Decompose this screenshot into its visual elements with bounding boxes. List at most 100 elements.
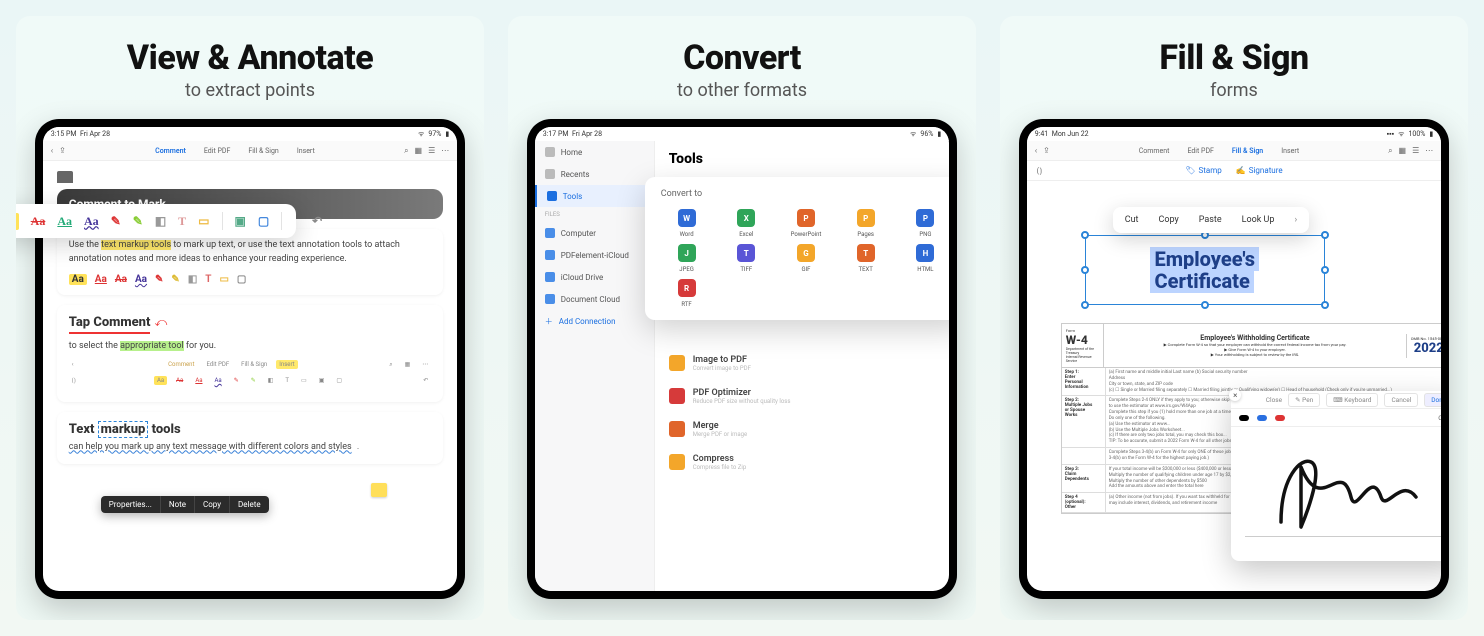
sidebar-item-computer[interactable]: Computer (535, 222, 654, 244)
share-icon[interactable]: ⇪ (59, 146, 66, 155)
format-html[interactable]: HHTML (900, 244, 950, 273)
back-icon[interactable]: ‹ (1035, 146, 1037, 155)
mini-back-icon[interactable]: ‹ (69, 360, 77, 369)
resize-handle[interactable] (1201, 301, 1209, 309)
squiggly-tool-icon[interactable]: Aa (84, 214, 99, 229)
sidebar-item-doccloud[interactable]: Document Cloud (535, 288, 654, 310)
ctx-properties[interactable]: Properties... (101, 496, 161, 513)
mini-tab-fill[interactable]: Fill & Sign (238, 360, 270, 369)
textbox-tool-icon[interactable]: T (178, 214, 186, 229)
sig-done[interactable]: Done (1424, 393, 1441, 407)
marker-tool-icon[interactable]: ✎ (133, 214, 143, 229)
tab-edit[interactable]: Edit PDF (198, 145, 236, 157)
highlight-tool-icon[interactable]: Aa (16, 213, 19, 230)
format-pages[interactable]: PPages (840, 209, 892, 238)
ctx-paste[interactable]: Paste (1189, 211, 1232, 229)
crop-icon[interactable]: ⟮⟯ (1037, 166, 1042, 176)
tool-sample-strike[interactable]: Aa (115, 274, 127, 285)
ctx-copy[interactable]: Copy (1148, 211, 1188, 229)
format-word[interactable]: WWord (661, 209, 713, 238)
ctx-lookup[interactable]: Look Up (1232, 211, 1285, 229)
image-tool-icon[interactable]: ▣ (235, 214, 246, 229)
tool-sample-note[interactable]: ▭ (219, 274, 228, 285)
tool-compress[interactable]: CompressCompress file to Zip (669, 446, 936, 479)
mini-tab-edit[interactable]: Edit PDF (203, 360, 232, 369)
color-red[interactable] (1275, 415, 1285, 421)
stamp-button[interactable]: 🏷Stamp (1185, 166, 1221, 175)
tool-sample-textbox[interactable]: T (205, 274, 211, 285)
resize-handle[interactable] (1081, 266, 1089, 274)
tool-pdf-optimizer[interactable]: PDF OptimizerReduce PDF size without qua… (669, 380, 936, 413)
format-rtf[interactable]: RRTF (661, 279, 713, 308)
format-png[interactable]: PPNG (900, 209, 950, 238)
more-icon[interactable]: ⋯ (1425, 146, 1433, 155)
sig-keyboard-tab[interactable]: ⌨ Keyboard (1326, 393, 1378, 407)
sticky-note-icon[interactable] (371, 483, 387, 497)
format-excel[interactable]: XExcel (720, 209, 772, 238)
resize-handle[interactable] (1081, 301, 1089, 309)
tab-fill[interactable]: Fill & Sign (1226, 145, 1269, 157)
format-text[interactable]: TTEXT (840, 244, 892, 273)
format-tiff[interactable]: TTIFF (720, 244, 772, 273)
tool-sample-squiggly[interactable]: Aa (135, 274, 147, 285)
bookmark-icon[interactable]: ☰ (1412, 146, 1419, 155)
resize-handle[interactable] (1321, 266, 1329, 274)
underline-tool-icon[interactable]: Aa (57, 214, 72, 229)
signature-canvas[interactable] (1231, 427, 1441, 561)
sidebar-item-tools[interactable]: Tools (535, 185, 654, 207)
search-icon[interactable]: ⌕ (404, 146, 408, 156)
resize-handle[interactable] (1321, 231, 1329, 239)
sig-cancel[interactable]: Cancel (1384, 393, 1418, 407)
format-powerpoint[interactable]: PPowerPoint (780, 209, 832, 238)
color-blue[interactable] (1257, 415, 1267, 421)
strikethrough-tool-icon[interactable]: Aa (31, 214, 46, 229)
tool-sample-underline[interactable]: Aa (95, 274, 107, 285)
mini-search-icon[interactable]: ⌕ (386, 360, 395, 370)
sidebar-add-connection[interactable]: ＋Add Connection (535, 310, 654, 333)
resize-handle[interactable] (1321, 301, 1329, 309)
sig-pen-tab[interactable]: ✎ Pen (1288, 393, 1320, 407)
grid-icon[interactable]: ▦ (415, 146, 423, 155)
tool-sample-highlight[interactable]: Aa (69, 274, 87, 285)
tab-edit[interactable]: Edit PDF (1181, 145, 1219, 157)
color-black[interactable] (1239, 415, 1249, 421)
ctx-cut[interactable]: Cut (1115, 211, 1149, 229)
tool-sample-eraser[interactable]: ◧ (188, 274, 197, 285)
area-select-icon[interactable]: ▢ (258, 214, 269, 229)
grid-icon[interactable]: ▦ (1399, 146, 1407, 155)
sidebar-item-icloud[interactable]: iCloud Drive (535, 266, 654, 288)
tool-sample-marker[interactable]: ✎ (171, 274, 179, 285)
tool-image-to-pdf[interactable]: Image to PDFConvert image to PDF (669, 347, 936, 380)
tab-comment[interactable]: Comment (1133, 145, 1176, 157)
mini-tab-insert[interactable]: Insert (276, 360, 297, 369)
more-icon[interactable]: ⋯ (441, 146, 449, 155)
tool-sample-pen[interactable]: ✎ (155, 274, 163, 285)
format-gif[interactable]: GGIF (780, 244, 832, 273)
ctx-delete[interactable]: Delete (230, 496, 269, 513)
search-icon[interactable]: ⌕ (1388, 146, 1392, 156)
mini-grid-icon[interactable]: ▦ (402, 360, 414, 369)
undo-icon[interactable]: ↶ (312, 214, 322, 229)
sidebar-item-recents[interactable]: Recents (535, 163, 654, 185)
selected-word[interactable]: markup (98, 421, 149, 438)
sig-clear[interactable]: Clear (1438, 414, 1441, 422)
back-icon[interactable]: ‹ (51, 146, 53, 155)
selection-frame[interactable]: Employee's Certificate (1085, 235, 1325, 305)
sticky-note-tool-icon[interactable]: ▭ (198, 214, 209, 229)
mini-more-icon[interactable]: ⋯ (419, 360, 431, 369)
format-jpeg[interactable]: JJPEG (661, 244, 713, 273)
signature-button[interactable]: ✍Signature (1236, 166, 1283, 175)
tab-fill[interactable]: Fill & Sign (242, 145, 284, 157)
ctx-copy[interactable]: Copy (195, 496, 230, 513)
tab-comment[interactable]: Comment (149, 145, 192, 157)
mini-tab-comment[interactable]: Comment (165, 360, 197, 369)
mini-crop-icon[interactable]: ⟮⟯ (69, 376, 79, 386)
tab-insert[interactable]: Insert (291, 145, 321, 157)
resize-handle[interactable] (1081, 231, 1089, 239)
pen-tool-icon[interactable]: ✎ (111, 214, 121, 229)
eraser-tool-icon[interactable]: ◧ (155, 214, 166, 229)
chevron-right-icon[interactable]: › (1284, 211, 1307, 229)
sig-close-label[interactable]: Close (1266, 396, 1282, 404)
sidebar-item-home[interactable]: Home (535, 141, 654, 163)
tab-insert[interactable]: Insert (1275, 145, 1305, 157)
